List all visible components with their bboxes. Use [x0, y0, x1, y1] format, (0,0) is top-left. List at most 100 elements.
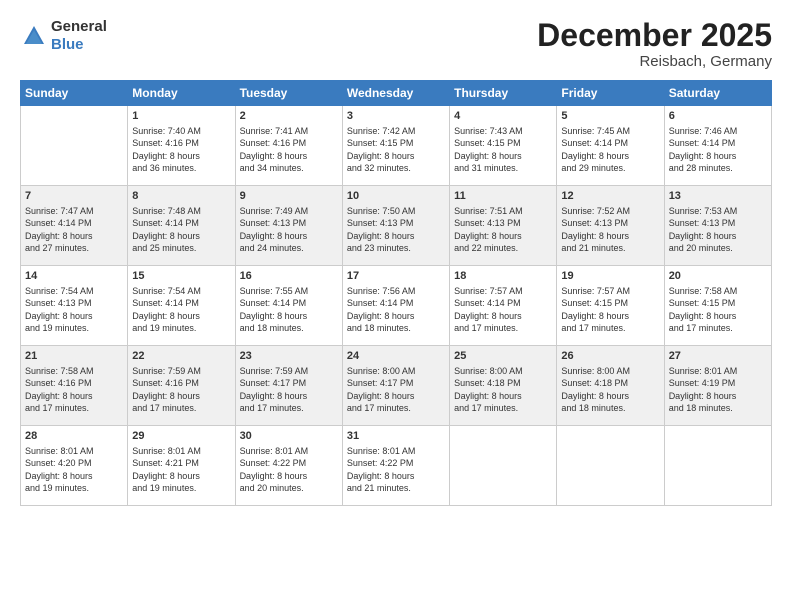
day-number: 9: [240, 189, 338, 204]
calendar-cell: 24Sunrise: 8:00 AMSunset: 4:17 PMDayligh…: [342, 346, 449, 426]
day-number: 13: [669, 189, 767, 204]
calendar-cell: 13Sunrise: 7:53 AMSunset: 4:13 PMDayligh…: [664, 186, 771, 266]
day-number: 20: [669, 269, 767, 284]
cell-line: and 17 minutes.: [347, 402, 445, 415]
day-number: 5: [561, 109, 659, 124]
day-number: 22: [132, 349, 230, 364]
cell-line: Sunrise: 7:58 AM: [669, 285, 767, 298]
day-number: 30: [240, 429, 338, 444]
cell-line: Sunset: 4:14 PM: [347, 297, 445, 310]
cell-line: Sunset: 4:22 PM: [347, 457, 445, 470]
cell-line: and 19 minutes.: [25, 322, 123, 335]
cell-line: and 22 minutes.: [454, 242, 552, 255]
cell-line: Sunrise: 7:59 AM: [132, 365, 230, 378]
cell-line: Sunset: 4:14 PM: [454, 297, 552, 310]
calendar-cell: 31Sunrise: 8:01 AMSunset: 4:22 PMDayligh…: [342, 426, 449, 506]
day-number: 23: [240, 349, 338, 364]
calendar-cell: 15Sunrise: 7:54 AMSunset: 4:14 PMDayligh…: [128, 266, 235, 346]
cell-line: Sunset: 4:13 PM: [240, 217, 338, 230]
cell-line: and 17 minutes.: [669, 322, 767, 335]
cell-line: Sunset: 4:13 PM: [669, 217, 767, 230]
cell-line: Sunset: 4:13 PM: [347, 217, 445, 230]
cell-line: and 25 minutes.: [132, 242, 230, 255]
cell-line: Sunset: 4:13 PM: [561, 217, 659, 230]
cell-line: Sunrise: 8:00 AM: [561, 365, 659, 378]
cell-line: and 18 minutes.: [561, 402, 659, 415]
cell-line: Sunset: 4:16 PM: [132, 137, 230, 150]
cell-line: Sunset: 4:16 PM: [132, 377, 230, 390]
cell-line: Sunset: 4:14 PM: [240, 297, 338, 310]
cell-line: Sunrise: 8:00 AM: [454, 365, 552, 378]
cell-line: Daylight: 8 hours: [347, 470, 445, 483]
cell-line: Daylight: 8 hours: [25, 230, 123, 243]
cell-line: and 29 minutes.: [561, 162, 659, 175]
cell-line: and 18 minutes.: [347, 322, 445, 335]
cell-line: Daylight: 8 hours: [347, 150, 445, 163]
cell-line: Sunrise: 7:54 AM: [132, 285, 230, 298]
cell-line: Daylight: 8 hours: [132, 310, 230, 323]
day-number: 18: [454, 269, 552, 284]
cell-line: Daylight: 8 hours: [347, 390, 445, 403]
title-block: December 2025 Reisbach, Germany: [537, 18, 772, 70]
calendar-cell: [450, 426, 557, 506]
cell-line: Daylight: 8 hours: [669, 150, 767, 163]
cell-line: Sunrise: 7:43 AM: [454, 125, 552, 138]
cell-line: Sunset: 4:15 PM: [454, 137, 552, 150]
cell-line: Sunrise: 8:01 AM: [25, 445, 123, 458]
cell-line: Sunset: 4:19 PM: [669, 377, 767, 390]
cell-line: Sunrise: 7:40 AM: [132, 125, 230, 138]
cell-line: Sunrise: 7:46 AM: [669, 125, 767, 138]
cell-line: Daylight: 8 hours: [25, 310, 123, 323]
day-number: 21: [25, 349, 123, 364]
calendar-cell: 14Sunrise: 7:54 AMSunset: 4:13 PMDayligh…: [21, 266, 128, 346]
cell-line: Sunrise: 8:01 AM: [132, 445, 230, 458]
calendar-cell: 5Sunrise: 7:45 AMSunset: 4:14 PMDaylight…: [557, 106, 664, 186]
cell-line: and 20 minutes.: [240, 482, 338, 495]
calendar-cell: 8Sunrise: 7:48 AMSunset: 4:14 PMDaylight…: [128, 186, 235, 266]
logo-blue: Blue: [51, 36, 84, 53]
calendar-cell: 25Sunrise: 8:00 AMSunset: 4:18 PMDayligh…: [450, 346, 557, 426]
day-number: 1: [132, 109, 230, 124]
calendar-cell: 17Sunrise: 7:56 AMSunset: 4:14 PMDayligh…: [342, 266, 449, 346]
cell-line: Daylight: 8 hours: [240, 470, 338, 483]
cell-line: Daylight: 8 hours: [669, 230, 767, 243]
col-header-monday: Monday: [128, 81, 235, 106]
cell-line: Sunset: 4:14 PM: [25, 217, 123, 230]
col-header-wednesday: Wednesday: [342, 81, 449, 106]
day-number: 12: [561, 189, 659, 204]
col-header-sunday: Sunday: [21, 81, 128, 106]
cell-line: Daylight: 8 hours: [561, 390, 659, 403]
cell-line: Daylight: 8 hours: [454, 390, 552, 403]
col-header-friday: Friday: [557, 81, 664, 106]
cell-line: Daylight: 8 hours: [132, 390, 230, 403]
calendar-cell: 21Sunrise: 7:58 AMSunset: 4:16 PMDayligh…: [21, 346, 128, 426]
calendar-cell: 29Sunrise: 8:01 AMSunset: 4:21 PMDayligh…: [128, 426, 235, 506]
day-number: 15: [132, 269, 230, 284]
day-number: 6: [669, 109, 767, 124]
calendar-cell: 23Sunrise: 7:59 AMSunset: 4:17 PMDayligh…: [235, 346, 342, 426]
day-number: 11: [454, 189, 552, 204]
cell-line: Daylight: 8 hours: [240, 310, 338, 323]
cell-line: and 18 minutes.: [669, 402, 767, 415]
cell-line: Daylight: 8 hours: [25, 390, 123, 403]
cell-line: Sunrise: 7:51 AM: [454, 205, 552, 218]
cell-line: Sunrise: 7:48 AM: [132, 205, 230, 218]
cell-line: Daylight: 8 hours: [347, 230, 445, 243]
cell-line: Sunset: 4:14 PM: [561, 137, 659, 150]
cell-line: Sunset: 4:15 PM: [347, 137, 445, 150]
day-number: 24: [347, 349, 445, 364]
cell-line: Daylight: 8 hours: [25, 470, 123, 483]
cell-line: and 19 minutes.: [132, 322, 230, 335]
page: General Blue December 2025 Reisbach, Ger…: [0, 0, 792, 612]
logo: General Blue: [20, 18, 107, 54]
calendar-cell: 19Sunrise: 7:57 AMSunset: 4:15 PMDayligh…: [557, 266, 664, 346]
calendar-cell: 20Sunrise: 7:58 AMSunset: 4:15 PMDayligh…: [664, 266, 771, 346]
calendar-cell: 9Sunrise: 7:49 AMSunset: 4:13 PMDaylight…: [235, 186, 342, 266]
cell-line: Sunset: 4:13 PM: [25, 297, 123, 310]
cell-line: Sunset: 4:17 PM: [347, 377, 445, 390]
col-header-thursday: Thursday: [450, 81, 557, 106]
month-title: December 2025: [537, 18, 772, 53]
cell-line: and 17 minutes.: [25, 402, 123, 415]
cell-line: and 19 minutes.: [132, 482, 230, 495]
cell-line: Sunrise: 7:57 AM: [454, 285, 552, 298]
